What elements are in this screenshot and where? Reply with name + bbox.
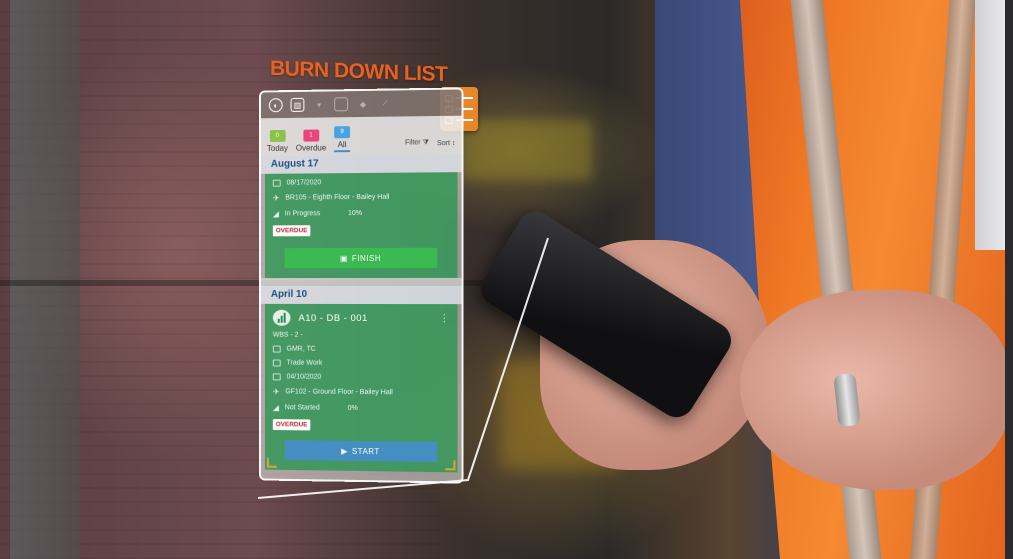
filter-label: Filter	[404, 139, 421, 147]
task-trade: Trade Work	[286, 359, 323, 367]
task-location: BR105 - Eighth Floor - Bailey Hall	[285, 193, 390, 202]
finish-button[interactable]: ▣ FINISH	[284, 247, 438, 269]
crew-icon	[272, 345, 281, 353]
task-percent: 0%	[347, 404, 358, 412]
overdue-badge: OVERDUE	[272, 225, 311, 237]
task-card[interactable]: A10 - DB - 001 ⋮ WBS - 2 - GMR, TC Trade…	[264, 303, 458, 473]
start-label: START	[351, 446, 380, 456]
tab-overdue[interactable]: 1 Overdue	[295, 129, 327, 153]
start-button[interactable]: ▶ START	[284, 440, 438, 463]
tab-all[interactable]: 9 All	[334, 126, 351, 153]
overdue-count-badge: 1	[303, 129, 319, 142]
connector-lines	[257, 237, 549, 499]
more-options-icon[interactable]: ⋮	[439, 313, 449, 324]
task-wbs: WBS - 2 -	[272, 331, 303, 339]
task-crew: GMR, TC	[286, 345, 316, 353]
trade-icon	[272, 359, 281, 367]
chart-icon[interactable]: ⟋	[378, 97, 392, 111]
compass-icon[interactable]: ◆	[356, 97, 370, 111]
pin-icon: ✈	[272, 387, 280, 397]
corner-bracket	[266, 457, 277, 468]
progress-icon: ◢	[272, 209, 279, 219]
document-icon[interactable]	[334, 97, 349, 112]
logo-icon[interactable]: ◐	[268, 98, 283, 113]
sort-label: Sort	[436, 139, 450, 148]
sort-button[interactable]: Sort ↕	[437, 140, 455, 147]
calendar-icon	[272, 179, 281, 187]
filter-tabs: 0 Today 1 Overdue 9 All Filter ⧩ Sort ↕	[261, 115, 462, 157]
overdue-badge: OVERDUE	[272, 419, 311, 431]
calendar-icon	[272, 373, 281, 381]
task-name: A10 - DB - 001	[298, 312, 368, 324]
task-status: Not Started	[284, 404, 320, 412]
finish-icon: ▣	[339, 253, 348, 263]
corner-bracket	[445, 460, 456, 471]
task-date: 08/17/2020	[286, 179, 322, 187]
progress-icon: ◢	[272, 403, 279, 413]
group-date-heading: August 17	[261, 153, 462, 174]
task-percent: 10%	[347, 209, 362, 218]
today-count-badge: 0	[269, 129, 286, 143]
task-status: In Progress	[284, 210, 321, 218]
group-date-heading: April 10	[261, 285, 462, 305]
photo-background: BURN DOWN LIST ◐ ▥ ▾ ◆ ⟋ 0 Today 1 Overd…	[0, 0, 1013, 559]
dropdown-icon[interactable]: ▾	[312, 98, 326, 112]
burn-down-chart-icon	[272, 309, 291, 326]
pin-icon: ✈	[272, 193, 280, 203]
all-count-badge: 9	[334, 126, 351, 139]
task-card[interactable]: 08/17/2020 ✈ BR105 - Eighth Floor - Baile…	[264, 172, 458, 279]
tab-today[interactable]: 0 Today	[266, 129, 288, 153]
tab-all-label: All	[337, 140, 347, 150]
finish-label: FINISH	[351, 253, 382, 263]
task-location: GF102 - Ground Floor - Bailey Hall	[285, 388, 393, 397]
task-date: 04/10/2020	[286, 373, 322, 381]
filter-icon: ⧩	[422, 139, 429, 147]
filter-button[interactable]: Filter ⧩	[405, 139, 429, 147]
app-toolbar: ◐ ▥ ▾ ◆ ⟋	[261, 89, 462, 119]
calendar-icon[interactable]: ▥	[290, 97, 305, 112]
tab-today-label: Today	[266, 143, 288, 153]
start-icon: ▶	[341, 446, 348, 456]
tab-overdue-label: Overdue	[295, 143, 327, 153]
sort-icon: ↕	[451, 139, 456, 148]
app-screen-panel: ◐ ▥ ▾ ◆ ⟋ 0 Today 1 Overdue 9 All Filter…	[259, 87, 464, 484]
